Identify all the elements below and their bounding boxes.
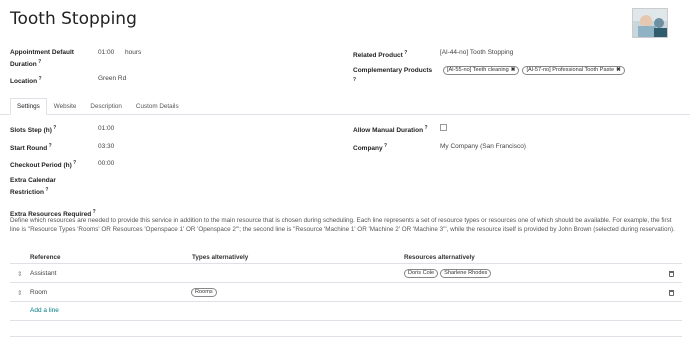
checkout-label: Checkout Period (h) ?	[10, 160, 77, 170]
extra-resources-description: Define which resources are needed to pro…	[10, 217, 675, 233]
table-row[interactable]	[10, 283, 682, 301]
complementary-tag[interactable]: [Al-57-no] Professional Tooth Paste ✖	[522, 66, 625, 75]
resource-tag[interactable]: Doris Cole	[404, 269, 439, 278]
trash-icon[interactable]	[669, 271, 674, 277]
column-types: Types alternatively	[192, 254, 249, 261]
checkout-value[interactable]: 00:00	[98, 160, 114, 169]
manual-duration-checkbox[interactable]	[440, 124, 447, 131]
tab-bar: Settings Website Description Custom Deta…	[10, 98, 186, 115]
page-title: Tooth Stopping	[10, 9, 137, 29]
drag-handle-icon[interactable]: ⇕	[17, 289, 22, 297]
column-reference: Reference	[30, 254, 61, 261]
start-round-label: Start Round ?	[10, 143, 52, 153]
extra-calendar-label: Extra Calendar Restriction ?	[10, 177, 56, 196]
remove-tag-icon[interactable]: ✖	[511, 67, 516, 73]
remove-tag-icon[interactable]: ✖	[616, 67, 621, 73]
company-value[interactable]: My Company (San Francisco)	[440, 143, 526, 152]
row-reference[interactable]: Room	[30, 289, 47, 298]
row-divider	[10, 301, 682, 302]
duration-value[interactable]: 01:00	[98, 49, 114, 58]
location-value[interactable]: Green Rd	[98, 75, 126, 84]
row-resources: Doris Cole Sharlene Rhodes	[404, 269, 492, 278]
table-footer-divider	[10, 320, 682, 321]
tab-description[interactable]: Description	[83, 98, 129, 115]
tab-custom-details[interactable]: Custom Details	[129, 98, 186, 115]
related-product-value[interactable]: [Al-44-no] Tooth Stopping	[440, 49, 513, 58]
duration-label: Appointment Default Duration ?	[10, 49, 74, 68]
product-image[interactable]	[632, 8, 668, 38]
page-bottom-divider	[10, 336, 682, 337]
type-tag[interactable]: Rooms	[191, 288, 217, 297]
slots-step-value[interactable]: 01:00	[98, 125, 114, 134]
company-label: Company ?	[353, 143, 388, 153]
slots-step-label: Slots Step (h) ?	[10, 125, 57, 135]
tab-settings[interactable]: Settings	[10, 98, 47, 115]
complementary-tag[interactable]: [Al-55-no] Teeth cleaning ✖	[443, 66, 520, 75]
location-label: Location ?	[10, 76, 42, 86]
resource-tag[interactable]: Sharlene Rhodes	[440, 269, 492, 278]
start-round-value[interactable]: 03:30	[98, 143, 114, 152]
complementary-label: Complementary Products ?	[353, 67, 433, 83]
tab-website[interactable]: Website	[47, 98, 84, 115]
duration-unit: hours	[125, 49, 142, 56]
table-row[interactable]	[10, 264, 682, 282]
row-reference[interactable]: Assistant	[30, 270, 56, 279]
trash-icon[interactable]	[669, 290, 674, 296]
related-product-label: Related Product ?	[353, 50, 408, 60]
row-types: Rooms	[191, 288, 217, 297]
add-line-link[interactable]: Add a line	[30, 307, 59, 314]
complementary-tags: [Al-55-no] Teeth cleaning ✖ [Al-57-no] Pr…	[443, 66, 625, 75]
column-resources: Resources alternatively	[404, 254, 475, 261]
manual-duration-label: Allow Manual Duration ?	[353, 125, 428, 135]
drag-handle-icon[interactable]: ⇕	[17, 270, 22, 278]
